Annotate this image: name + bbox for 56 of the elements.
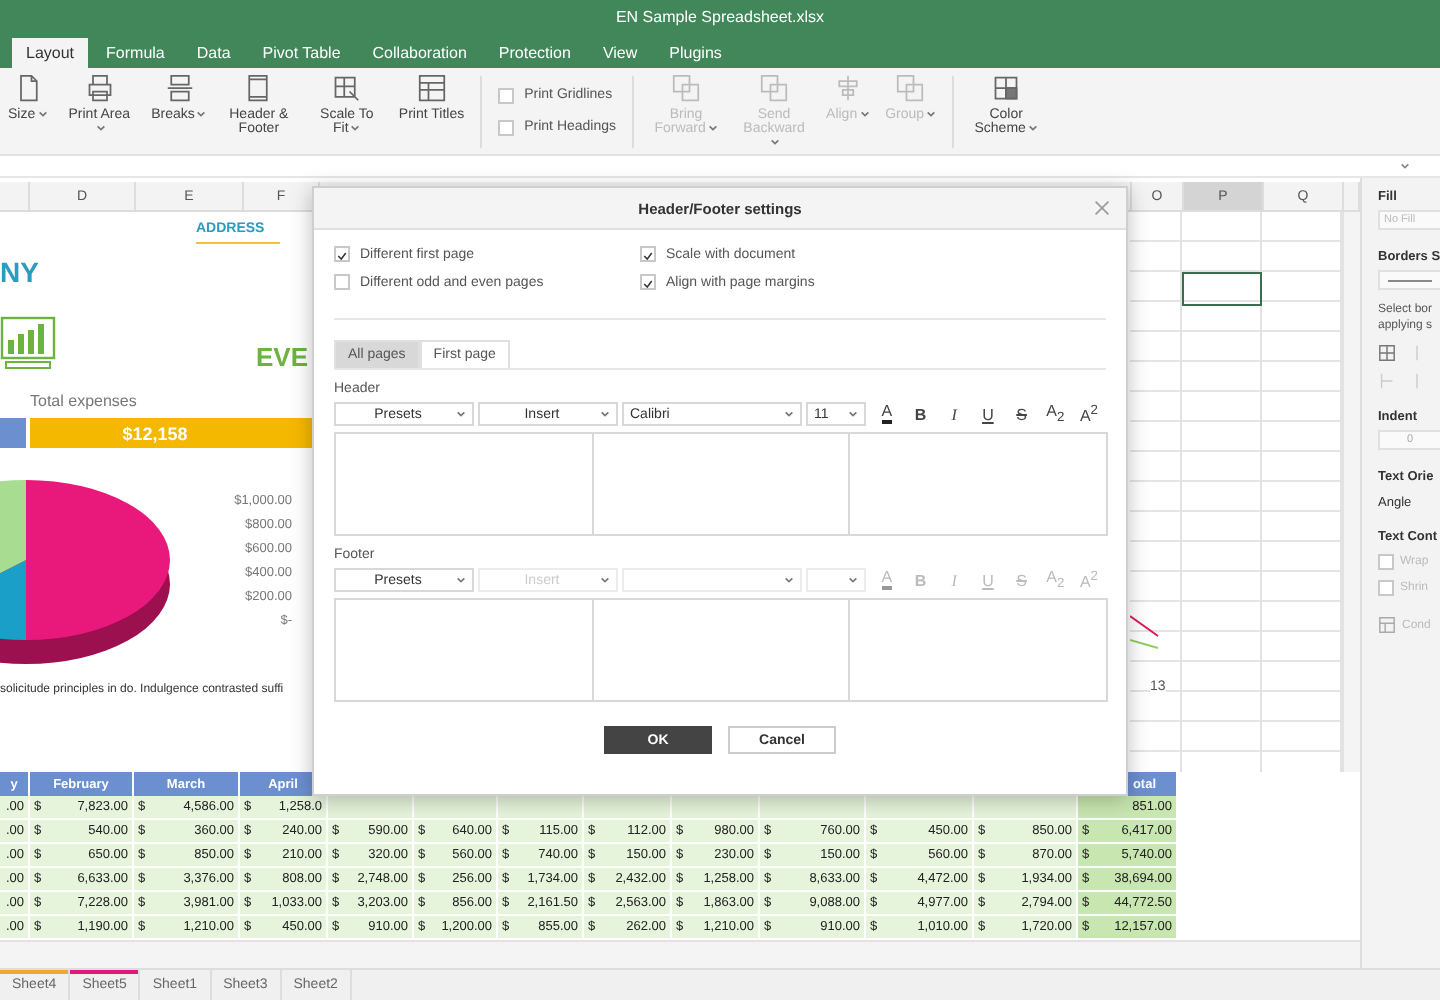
company-heading: NY [0, 256, 41, 293]
bold-button[interactable]: B [906, 402, 935, 426]
accent-banner [0, 418, 26, 449]
close-icon[interactable] [1094, 200, 1110, 216]
chart-lines-drawing [1130, 612, 1162, 653]
superscript-button[interactable]: A$^{2}$ [1074, 402, 1103, 426]
caret-icon[interactable] [1400, 162, 1410, 171]
checkmark-icon [336, 248, 348, 264]
right-section-field[interactable] [848, 598, 1109, 702]
grid-icon [332, 73, 361, 102]
lines-icon [165, 73, 194, 102]
layers-icon [672, 73, 701, 102]
caret-icon [784, 576, 794, 584]
left-section-field[interactable] [334, 432, 594, 536]
ribbon-tab[interactable]: Collaboration [358, 38, 481, 69]
right-section-field[interactable] [848, 432, 1109, 536]
table-icon [1378, 616, 1396, 635]
palette-icon [992, 73, 1021, 102]
selected-cell[interactable] [1182, 272, 1262, 307]
ribbon-tab[interactable]: View [588, 38, 652, 69]
border-style-field[interactable] [1378, 270, 1440, 291]
caret-icon [848, 410, 858, 418]
printer-icon [85, 73, 114, 102]
ribbon-tab[interactable]: Formula [92, 38, 179, 69]
ribbon-tab[interactable]: Pivot Table [248, 38, 355, 69]
caret-icon [784, 410, 794, 418]
underline-button[interactable]: U [973, 402, 1002, 426]
bar-chart-icon [0, 316, 56, 373]
table-icon [417, 73, 446, 102]
caret-icon [456, 576, 466, 584]
layers-icon [760, 73, 789, 102]
ribbon-tab[interactable]: Layout [12, 38, 89, 69]
ribbon-tab[interactable]: Plugins [655, 38, 736, 69]
ribbon-tab[interactable]: Data [182, 38, 245, 69]
strikethrough-button[interactable]: S [1007, 402, 1036, 426]
border-grid-icon[interactable] [1378, 344, 1396, 363]
border-left-icon[interactable] [1378, 372, 1396, 391]
expenses-label: Total expenses [28, 392, 139, 411]
window-title: EN Sample Spreadsheet.xlsx [615, 8, 825, 27]
horizontal-scrollbar[interactable] [0, 940, 1360, 969]
italic-button[interactable]: I [940, 402, 969, 426]
center-section-field[interactable] [591, 598, 851, 702]
font-color-button[interactable]: A [872, 402, 901, 426]
vertical-scrollbar[interactable] [1342, 212, 1360, 773]
group-icon [896, 73, 925, 102]
events-heading: EVE [255, 342, 308, 373]
caret-icon [600, 410, 610, 418]
left-section-field[interactable] [334, 598, 594, 702]
caret-icon [848, 576, 858, 584]
center-section-field[interactable] [591, 432, 851, 536]
align-icon [833, 73, 862, 102]
subscript-button[interactable]: A$_{2}$ [1041, 402, 1070, 426]
ribbon-tab[interactable]: Protection [484, 38, 585, 69]
caret-icon [600, 576, 610, 584]
caret-icon [456, 410, 466, 418]
tablet-icon [244, 73, 273, 102]
